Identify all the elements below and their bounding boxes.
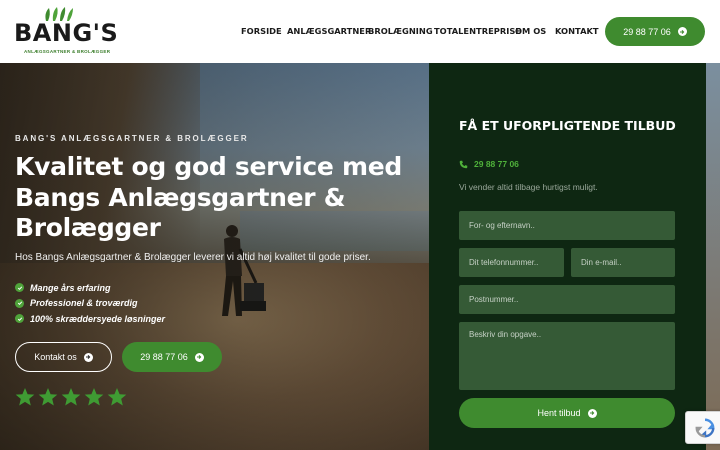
- logo[interactable]: BANG'S ANLÆGSGARTNER & BROLÆGGER: [14, 7, 118, 57]
- hero-phone-button[interactable]: 29 88 77 06: [122, 342, 222, 372]
- hero-headline: Kvalitet og god service med Bangs Anlægs…: [15, 152, 402, 242]
- nav-broelaegning[interactable]: BROLÆGNING: [368, 26, 433, 36]
- form-phone-label: 29 88 77 06: [474, 159, 519, 169]
- nav-totalentreprise[interactable]: TOTALENTREPRISE: [434, 26, 521, 36]
- benefit-item: 100% skræddersyede løsninger: [15, 311, 165, 327]
- header-phone-button[interactable]: 29 88 77 06: [605, 17, 705, 46]
- arrow-right-circle-icon: [83, 352, 93, 362]
- form-note: Vi vender altid tilbage hurtigst muligt.: [459, 182, 598, 192]
- contact-button[interactable]: Kontakt os: [15, 342, 112, 372]
- recaptcha-badge[interactable]: [685, 411, 720, 444]
- task-textarea[interactable]: Beskriv din opgave..: [459, 322, 675, 390]
- star-icon: [107, 388, 127, 406]
- submit-button-label: Hent tilbud: [537, 408, 581, 418]
- submit-button[interactable]: Hent tilbud: [459, 398, 675, 428]
- star-icon: [84, 388, 104, 406]
- benefit-label: Professionel & troværdig: [30, 298, 138, 309]
- star-icon: [15, 388, 35, 406]
- site-header: BANG'S ANLÆGSGARTNER & BROLÆGGER FORSIDE…: [0, 0, 720, 63]
- recaptcha-icon: [695, 418, 715, 437]
- hero-section: BANG'S ANLÆGSGARTNER & BROLÆGGER Kvalite…: [0, 63, 429, 450]
- nav-kontakt[interactable]: KONTAKT: [555, 26, 599, 36]
- check-circle-icon: [15, 298, 24, 308]
- benefit-list: Mange års erfaring Professionel & trovær…: [15, 280, 165, 327]
- contact-button-label: Kontakt os: [34, 352, 77, 362]
- logo-tagline: ANLÆGSGARTNER & BROLÆGGER: [24, 49, 111, 54]
- rating-stars: [15, 387, 127, 407]
- logo-wordmark: BANG'S: [14, 19, 119, 47]
- background-photo-edge: [706, 63, 720, 450]
- nav-anlaegsgartner[interactable]: ANLÆGSGARTNER: [287, 26, 371, 36]
- benefit-item: Professionel & troværdig: [15, 296, 165, 312]
- form-phone-link[interactable]: 29 88 77 06: [459, 159, 519, 169]
- form-title: FÅ ET UFORPLIGTENDE TILBUD: [459, 118, 676, 133]
- check-circle-icon: [15, 314, 24, 324]
- star-icon: [38, 388, 58, 406]
- quote-form-panel: FÅ ET UFORPLIGTENDE TILBUD 29 88 77 06 V…: [429, 63, 706, 450]
- nav-om-os[interactable]: OM OS: [515, 26, 546, 36]
- phone-field[interactable]: Dit telefonnummer..: [459, 248, 564, 277]
- header-phone-label: 29 88 77 06: [623, 26, 671, 37]
- arrow-right-circle-icon: [194, 352, 204, 362]
- nav-forside[interactable]: FORSIDE: [241, 26, 282, 36]
- phone-icon: [459, 160, 468, 168]
- check-circle-icon: [15, 283, 24, 293]
- hero-kicker: BANG'S ANLÆGSGARTNER & BROLÆGGER: [15, 134, 249, 143]
- benefit-label: Mange års erfaring: [30, 282, 111, 293]
- star-icon: [61, 388, 81, 406]
- name-field[interactable]: For- og efternavn..: [459, 211, 675, 240]
- benefit-label: 100% skræddersyede løsninger: [30, 313, 166, 324]
- arrow-right-circle-icon: [587, 408, 597, 418]
- email-field[interactable]: Din e-mail..: [571, 248, 675, 277]
- hero-phone-label: 29 88 77 06: [140, 352, 188, 362]
- zip-field[interactable]: Postnummer..: [459, 285, 675, 314]
- benefit-item: Mange års erfaring: [15, 280, 165, 296]
- hero-subtext: Hos Bangs Anlægsgartner & Brolægger leve…: [15, 252, 371, 263]
- arrow-right-circle-icon: [677, 27, 687, 36]
